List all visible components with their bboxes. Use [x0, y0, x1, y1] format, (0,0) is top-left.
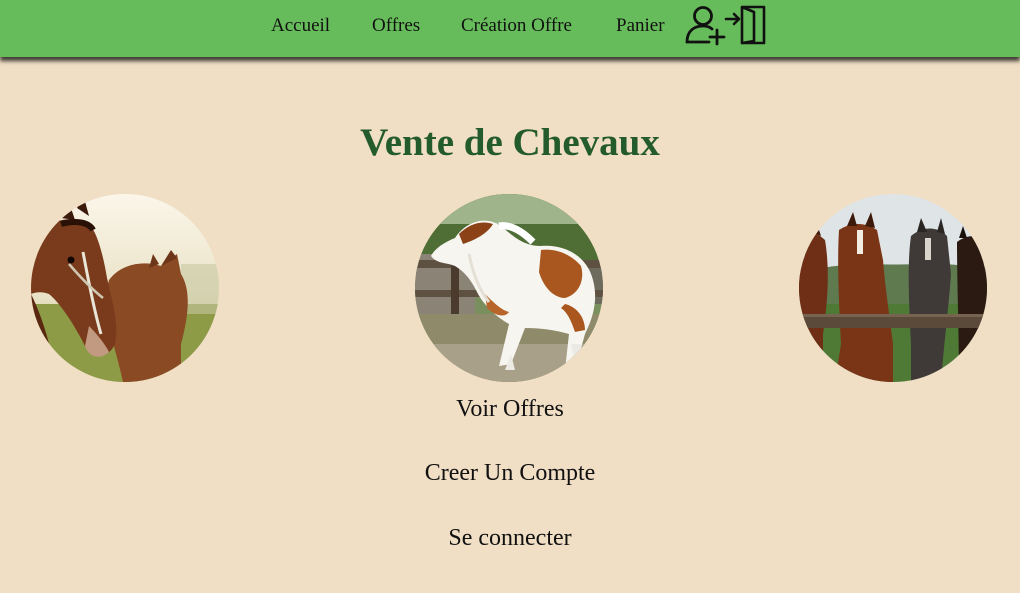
add-user-icon[interactable] [684, 3, 728, 47]
nav-offres[interactable]: Offres [372, 15, 420, 37]
running-horse-image [415, 194, 603, 382]
se-connecter-link[interactable]: Se connecter [0, 524, 1020, 552]
horses-at-fence-image [799, 194, 987, 382]
login-icon[interactable] [724, 3, 768, 47]
top-navbar: Accueil Offres Création Offre Panier [0, 0, 1020, 57]
nav-accueil[interactable]: Accueil [271, 15, 330, 37]
nav-panier[interactable]: Panier [616, 15, 665, 37]
creer-compte-link[interactable]: Creer Un Compte [0, 459, 1020, 487]
page-title: Vente de Chevaux [360, 121, 660, 164]
nav-creation-offre[interactable]: Création Offre [461, 15, 572, 37]
voir-offres-link[interactable]: Voir Offres [0, 395, 1020, 423]
two-horses-image [31, 194, 219, 382]
